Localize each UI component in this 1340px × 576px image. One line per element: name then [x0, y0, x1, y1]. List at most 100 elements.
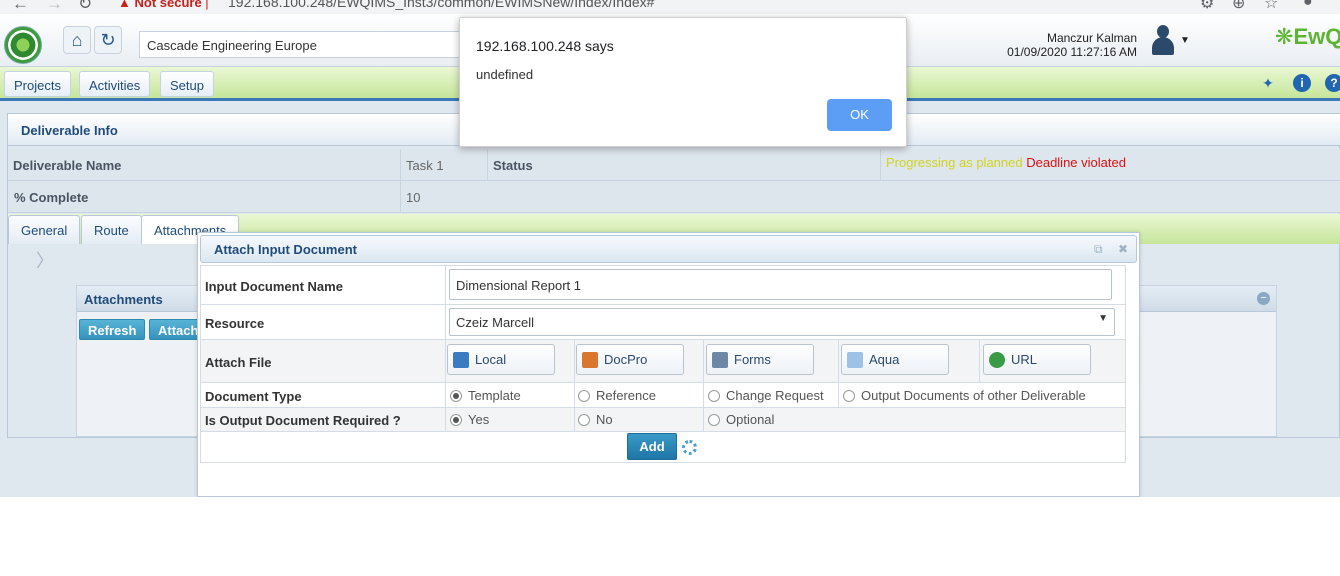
divider [703, 340, 704, 382]
menu-setup[interactable]: Setup [160, 71, 214, 97]
collapse-icon[interactable]: − [1257, 292, 1270, 305]
divider [703, 383, 704, 407]
tab-general[interactable]: General [8, 215, 81, 244]
docpro-icon [582, 352, 598, 368]
attach-docpro-button[interactable]: DocPro [576, 344, 684, 375]
user-name: Manczur Kalman [1046, 31, 1137, 45]
attach-file-label: Attach File [201, 340, 446, 382]
select-arrow-icon: ▼ [1098, 313, 1108, 324]
computer-icon [453, 352, 469, 368]
status-value: Progressing as planned Deadline violated [881, 149, 1340, 180]
radio-optional[interactable] [708, 414, 720, 426]
attach-aqua-label: Aqua [869, 352, 900, 367]
resource-row: Resource Czeiz Marcell ▼ [201, 305, 1125, 340]
doc-type-output-docs[interactable]: Output Documents of other Deliverable [843, 388, 1086, 403]
star-icon[interactable]: ☆ [1264, 0, 1278, 13]
status-progressing: Progressing as planned [886, 155, 1023, 170]
radio-no[interactable] [578, 414, 590, 426]
company-selector[interactable]: Cascade Engineering Europe [139, 31, 469, 58]
profile-icon[interactable]: ● [1303, 0, 1313, 11]
alert-message: undefined [476, 67, 534, 82]
attach-url-button[interactable]: URL [983, 344, 1091, 375]
input-name-label: Input Document Name [201, 266, 446, 304]
back-arrow-icon[interactable]: ← [12, 0, 29, 14]
dialog-title: Attach Input Document [214, 242, 357, 257]
menu-projects[interactable]: Projects [4, 71, 71, 97]
input-name-field[interactable]: Dimensional Report 1 [449, 269, 1112, 300]
divider [574, 340, 575, 382]
menu-activities[interactable]: Activities [79, 71, 151, 97]
resource-value: Czeiz Marcell [456, 315, 535, 330]
attachments-title: Attachments [84, 292, 163, 307]
doc-type-label: Document Type [201, 383, 446, 407]
refresh-icon[interactable]: ↻ [94, 26, 122, 54]
divider [703, 408, 704, 431]
radio-template[interactable] [450, 390, 462, 402]
zoom-icon[interactable]: ⊕ [1232, 0, 1245, 13]
chevron-down-icon[interactable]: ▼ [1180, 35, 1190, 46]
resource-select[interactable]: Czeiz Marcell ▼ [449, 308, 1115, 336]
divider [979, 340, 980, 382]
doc-type-row: Document Type Template Reference Change … [201, 383, 1125, 408]
add-button[interactable]: Add [627, 433, 677, 460]
required-no[interactable]: No [578, 412, 613, 427]
alert-ok-button[interactable]: OK [827, 99, 892, 131]
browser-alert-dialog: 192.168.100.248 says undefined OK [459, 17, 907, 147]
status-label: Status [488, 149, 881, 180]
radio-output-docs[interactable] [843, 390, 855, 402]
doc-type-template-label: Template [468, 388, 521, 403]
radio-change-request[interactable] [708, 390, 720, 402]
brand-logo: ❋EwQ [1275, 24, 1340, 49]
doc-type-change-request[interactable]: Change Request [708, 388, 824, 403]
doc-type-change-request-label: Change Request [726, 388, 824, 403]
address-bar[interactable]: 192.168.100.248/EWQIMS_Inst3/common/EWIM… [228, 0, 654, 10]
complete-value: 10 [406, 190, 421, 205]
popout-icon[interactable]: ⧉ [1094, 242, 1103, 257]
attach-aqua-button[interactable]: Aqua [841, 344, 949, 375]
attach-url-label: URL [1011, 352, 1038, 367]
status-deadline: Deadline violated [1026, 155, 1126, 170]
required-row: Is Output Document Required ? Yes No Opt… [201, 408, 1125, 432]
required-yes[interactable]: Yes [450, 412, 489, 427]
attach-forms-button[interactable]: Forms [706, 344, 814, 375]
attach-file-row: Attach File Local DocPro Forms Aqua URL [201, 340, 1125, 383]
radio-reference[interactable] [578, 390, 590, 402]
chevron-right-icon[interactable]: 〉 [36, 247, 54, 273]
reload-icon[interactable]: ↻ [78, 0, 92, 14]
pin-icon[interactable]: ✦ [1259, 74, 1277, 92]
home-icon[interactable]: ⌂ [63, 26, 91, 54]
required-optional[interactable]: Optional [708, 412, 774, 427]
deliverable-name-label: Deliverable Name [8, 149, 401, 180]
user-avatar-icon[interactable] [1150, 24, 1176, 56]
complete-label: % Complete [8, 181, 401, 212]
resource-label: Resource [201, 305, 446, 339]
user-info: Manczur Kalman 01/09/2020 11:27:16 AM [990, 31, 1137, 59]
divider [838, 340, 839, 382]
refresh-button[interactable]: Refresh [79, 319, 146, 340]
input-name-row: Input Document Name Dimensional Report 1 [201, 266, 1125, 305]
attach-local-button[interactable]: Local [447, 344, 555, 375]
tab-route[interactable]: Route [81, 215, 142, 244]
attach-input-dialog: Attach Input Document ⧉ ✖ Input Document… [197, 232, 1140, 497]
deliverable-name-value: Task 1 [401, 149, 488, 180]
help-icon[interactable]: ? [1325, 74, 1340, 92]
doc-type-reference-label: Reference [596, 388, 656, 403]
divider [574, 383, 575, 407]
info-icon[interactable]: i [1293, 74, 1311, 92]
attach-local-label: Local [475, 352, 507, 367]
browser-toolbar: ← → ↻ ▲ Not secure | 192.168.100.248/EWQ… [0, 0, 1340, 14]
key-icon[interactable]: ⚙ [1200, 0, 1214, 13]
aqua-icon [847, 352, 863, 368]
required-optional-label: Optional [726, 412, 775, 427]
close-icon[interactable]: ✖ [1118, 242, 1128, 256]
dialog-header: Attach Input Document ⧉ ✖ [200, 235, 1137, 263]
forms-icon [712, 352, 728, 368]
forward-arrow-icon[interactable]: → [46, 0, 63, 14]
doc-type-template[interactable]: Template [450, 388, 521, 403]
deliverable-row: Deliverable Name Task 1 Status Progressi… [8, 149, 1340, 181]
divider [574, 408, 575, 431]
doc-type-reference[interactable]: Reference [578, 388, 656, 403]
company-logo[interactable] [4, 26, 42, 64]
security-warning[interactable]: ▲ Not secure | [118, 0, 209, 10]
radio-yes[interactable] [450, 414, 462, 426]
